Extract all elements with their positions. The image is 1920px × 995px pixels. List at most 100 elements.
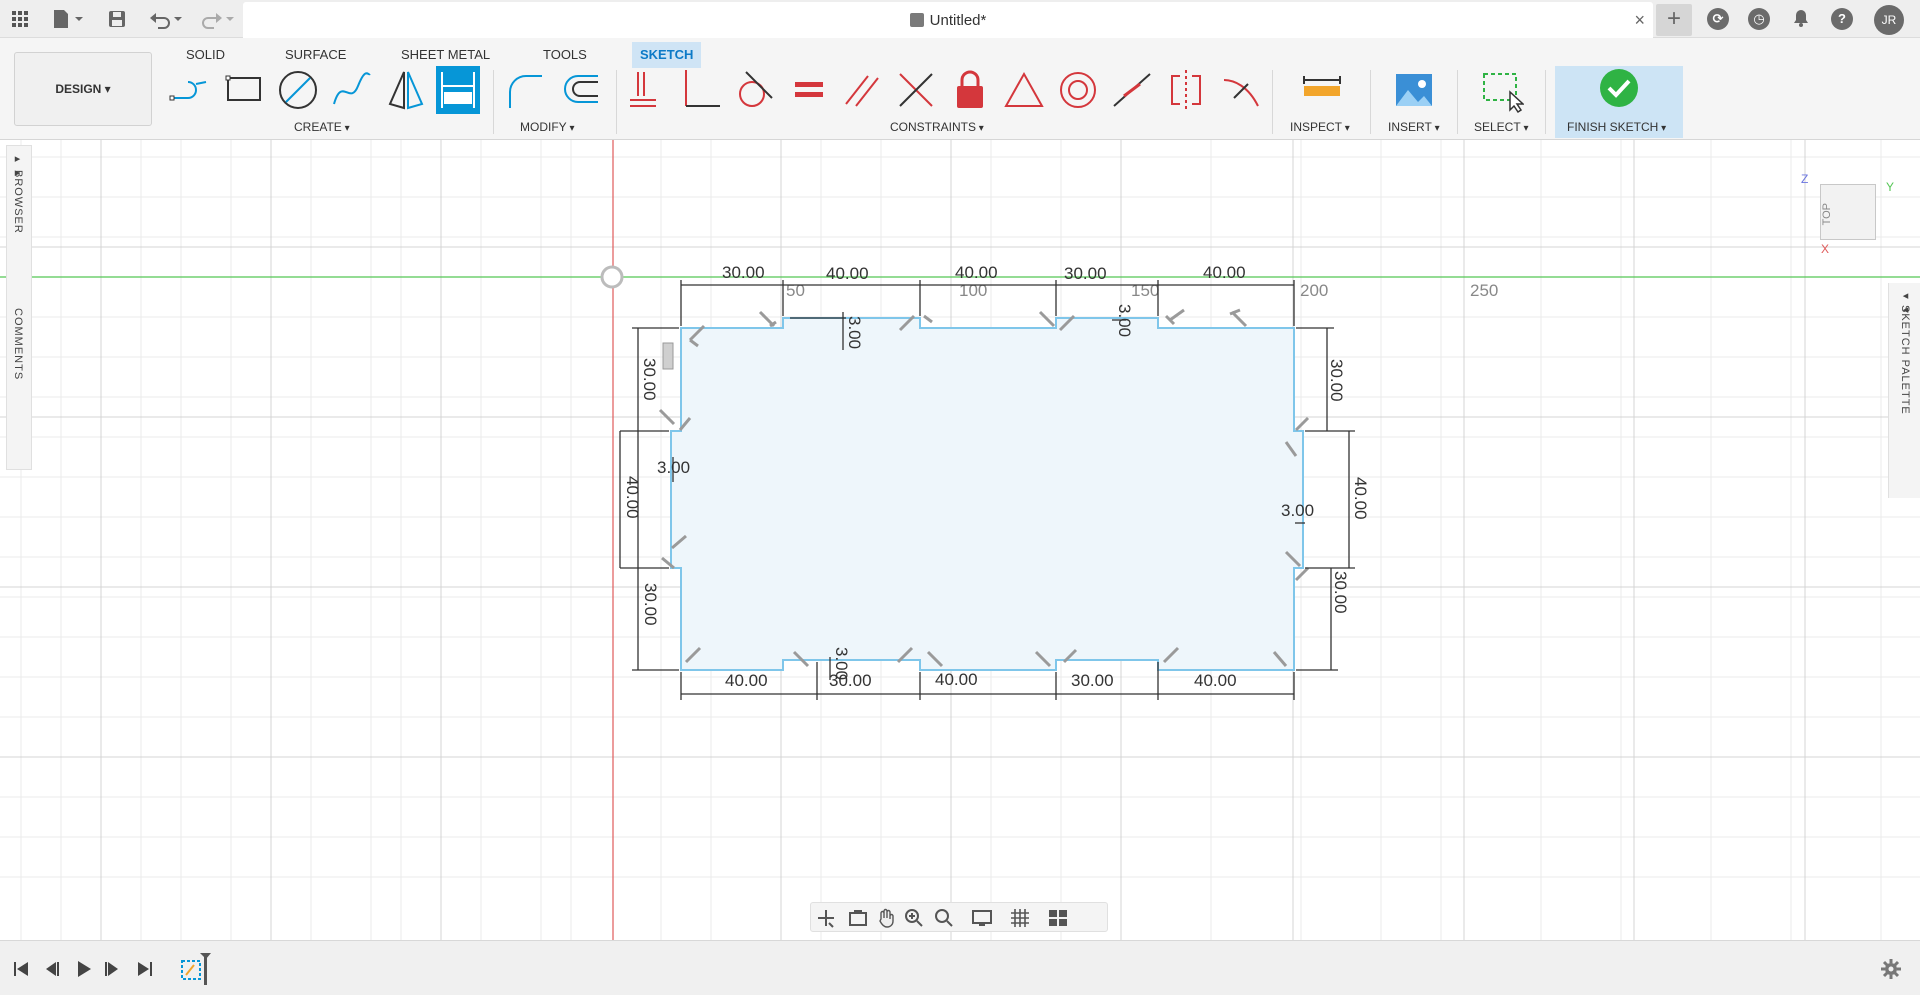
mirror-tool-icon[interactable] (384, 66, 428, 114)
tab-sketch[interactable]: SKETCH (632, 42, 702, 68)
go-to-start-icon[interactable] (10, 958, 32, 980)
sketch-profile[interactable] (670, 317, 1304, 671)
help-icon[interactable]: ? (1831, 8, 1853, 30)
concentric-constraint-icon[interactable] (1056, 66, 1100, 114)
sketch-dimension-tool-icon[interactable] (436, 66, 480, 114)
dim-left-3[interactable]: 30.00 (641, 583, 660, 626)
insert-image-icon[interactable] (1392, 66, 1436, 114)
dim-top-4[interactable]: 30.00 (1064, 264, 1107, 283)
tab-tools[interactable]: TOOLS (535, 42, 595, 68)
tab-sheet-metal[interactable]: SHEET METAL (393, 42, 498, 68)
create-group-label[interactable]: CREATE (294, 120, 350, 134)
toolbar-divider (1457, 70, 1458, 134)
dim-left-2[interactable]: 40.00 (623, 476, 642, 519)
fix-unfix-constraint-icon[interactable] (948, 66, 992, 114)
select-group-label[interactable]: SELECT (1474, 120, 1529, 134)
look-at-icon[interactable] (847, 907, 869, 929)
dim-bottom-1[interactable]: 40.00 (725, 671, 768, 690)
app-grid-icon[interactable] (8, 6, 32, 32)
dim-top-5[interactable]: 40.00 (1203, 263, 1246, 282)
viewcube-face-label: TOP (1821, 203, 1833, 226)
grid-label: 100 (959, 281, 987, 300)
constraints-group-label[interactable]: CONSTRAINTS (890, 120, 984, 134)
horizontal-vertical-constraint-icon[interactable] (626, 66, 670, 114)
close-tab-button[interactable]: × (1634, 10, 1645, 31)
dim-thickness-top-1[interactable]: 3.00 (845, 316, 864, 349)
workspace-switcher[interactable]: DESIGN ▾ (14, 52, 152, 126)
modify-group-label[interactable]: MODIFY (520, 120, 574, 134)
comments-panel-toggle[interactable]: COMMENTS (12, 308, 24, 380)
go-to-end-icon[interactable] (134, 958, 156, 980)
sketch-feature-icon[interactable] (180, 951, 214, 987)
user-avatar[interactable]: JR (1874, 5, 1904, 35)
select-window-icon[interactable] (1480, 66, 1525, 114)
viewcube-top-face[interactable]: TOP (1820, 184, 1876, 240)
coincident-constraint-icon[interactable] (680, 66, 724, 114)
settings-gear-icon[interactable] (1880, 958, 1902, 980)
viewports-icon[interactable] (1047, 907, 1069, 929)
dim-right-1[interactable]: 30.00 (1327, 359, 1346, 402)
tab-solid[interactable]: SOLID (178, 42, 233, 68)
rectangle-tool-icon[interactable] (222, 66, 266, 114)
ribbon-toolbar: DESIGN ▾ SOLID SURFACE SHEET METAL TOOLS… (0, 38, 1920, 140)
parallel-constraint-icon[interactable] (840, 66, 884, 114)
inspect-group-label[interactable]: INSPECT (1290, 120, 1350, 134)
step-forward-icon[interactable] (102, 958, 124, 980)
curvature-constraint-icon[interactable] (1218, 66, 1262, 114)
extensions-icon[interactable]: ⟳ (1707, 8, 1729, 30)
sketch-viewport[interactable]: 50 100 150 200 250 30.00 40.00 40.00 30.… (0, 140, 1920, 940)
origin-point-icon[interactable] (600, 265, 624, 289)
dim-thickness-bottom[interactable]: 3.00 (832, 647, 851, 680)
spline-tool-icon[interactable] (330, 66, 374, 114)
dim-right-2[interactable]: 40.00 (1351, 477, 1370, 520)
document-tab[interactable]: Untitled* × (243, 2, 1653, 38)
undo-icon[interactable] (146, 6, 186, 32)
browser-panel-toggle[interactable]: BROWSER (12, 170, 24, 234)
tangent-constraint-icon[interactable] (732, 66, 776, 114)
sketch-palette-rail: ◂◂ SKETCH PALETTE (1888, 283, 1920, 498)
dim-thickness-right[interactable]: 3.00 (1281, 501, 1314, 520)
insert-group-label[interactable]: INSERT (1388, 120, 1440, 134)
redo-icon[interactable] (196, 6, 236, 32)
line-tool-icon[interactable] (168, 66, 212, 114)
new-tab-button[interactable]: + (1656, 4, 1692, 36)
tab-surface[interactable]: SURFACE (277, 42, 354, 68)
save-icon[interactable] (104, 6, 130, 32)
viewcube[interactable]: Z Y X TOP (1800, 170, 1900, 260)
dim-left-1[interactable]: 30.00 (640, 358, 659, 401)
job-status-icon[interactable]: ◷ (1748, 8, 1770, 30)
sketch-canvas[interactable]: 50 100 150 200 250 30.00 40.00 40.00 30.… (0, 140, 1920, 940)
file-menu-icon[interactable] (48, 6, 88, 32)
offset-tool-icon[interactable] (558, 66, 602, 114)
play-icon[interactable] (72, 958, 94, 980)
fillet-tool-icon[interactable] (504, 66, 548, 114)
dim-thickness-left[interactable]: 3.00 (657, 458, 690, 477)
step-back-icon[interactable] (40, 958, 62, 980)
pan-hand-icon[interactable] (875, 907, 897, 929)
dim-right-3[interactable]: 30.00 (1331, 571, 1350, 614)
symmetry-constraint-icon[interactable] (1164, 66, 1208, 114)
measure-icon[interactable] (1300, 66, 1344, 114)
sketch-palette-toggle[interactable]: SKETCH PALETTE (1899, 305, 1911, 415)
equal-constraint-icon[interactable] (787, 66, 831, 114)
finish-sketch-button[interactable]: FINISH SKETCH (1555, 66, 1683, 138)
notifications-icon[interactable] (1790, 8, 1812, 30)
dim-top-1[interactable]: 30.00 (722, 263, 765, 282)
perpendicular-constraint-icon[interactable] (894, 66, 938, 114)
dim-top-3[interactable]: 40.00 (955, 263, 998, 282)
dim-bottom-4[interactable]: 30.00 (1071, 671, 1114, 690)
document-cube-icon (909, 13, 924, 27)
grid-settings-icon[interactable] (1009, 907, 1031, 929)
circle-tool-icon[interactable] (276, 66, 320, 114)
display-settings-icon[interactable] (971, 907, 993, 929)
zoom-icon[interactable] (903, 907, 925, 929)
midpoint-constraint-icon[interactable] (1002, 66, 1046, 114)
toolbar-divider (1545, 70, 1546, 134)
dim-top-2[interactable]: 40.00 (826, 264, 869, 283)
collinear-constraint-icon[interactable] (1110, 66, 1154, 114)
orbit-icon[interactable] (815, 907, 837, 929)
dim-bottom-5[interactable]: 40.00 (1194, 671, 1237, 690)
dim-bottom-3[interactable]: 40.00 (935, 670, 978, 689)
fit-to-window-icon[interactable] (933, 907, 955, 929)
dim-thickness-top-2[interactable]: 3.00 (1115, 304, 1134, 337)
